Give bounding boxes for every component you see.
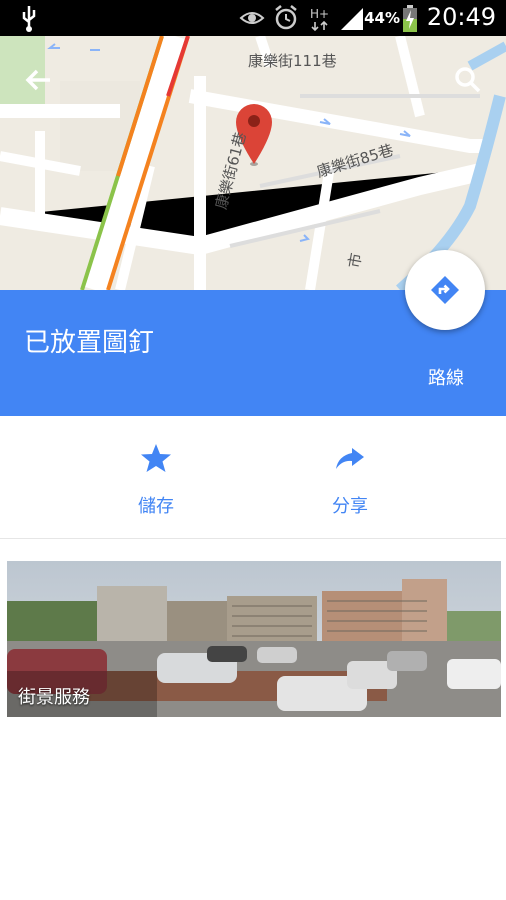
star-icon	[141, 444, 171, 472]
save-label: 儲存	[138, 496, 174, 517]
map-label-street-111: 康樂街111巷	[248, 52, 337, 70]
share-arrow-icon	[336, 448, 364, 469]
alarm-icon	[275, 5, 297, 30]
route-label[interactable]: 路線	[428, 364, 464, 390]
search-button[interactable]	[448, 60, 488, 100]
eye-icon	[239, 12, 265, 24]
status-bar: H+ 44% 20:49	[0, 0, 506, 36]
search-icon	[455, 67, 481, 93]
directions-icon	[431, 276, 459, 304]
battery-charging-icon	[403, 5, 417, 32]
street-view-label: 街景服務	[18, 687, 90, 708]
street-view-card[interactable]: 街景服務	[7, 561, 501, 717]
usb-icon	[22, 6, 36, 32]
save-button[interactable]: 儲存	[96, 440, 216, 520]
signal-icon	[341, 8, 363, 30]
action-bar: 儲存 分享	[0, 416, 506, 539]
status-time: 20:49	[426, 3, 496, 31]
arrow-back-icon	[25, 69, 50, 91]
share-button[interactable]: 分享	[290, 440, 410, 520]
hplus-network-icon: H+	[310, 7, 329, 32]
directions-button[interactable]	[405, 250, 485, 330]
share-label: 分享	[332, 496, 368, 517]
svg-text:H+: H+	[310, 7, 329, 21]
place-title: 已放置圖釘	[24, 328, 155, 358]
back-button[interactable]	[18, 60, 58, 100]
battery-percentage: 44%	[364, 9, 400, 27]
